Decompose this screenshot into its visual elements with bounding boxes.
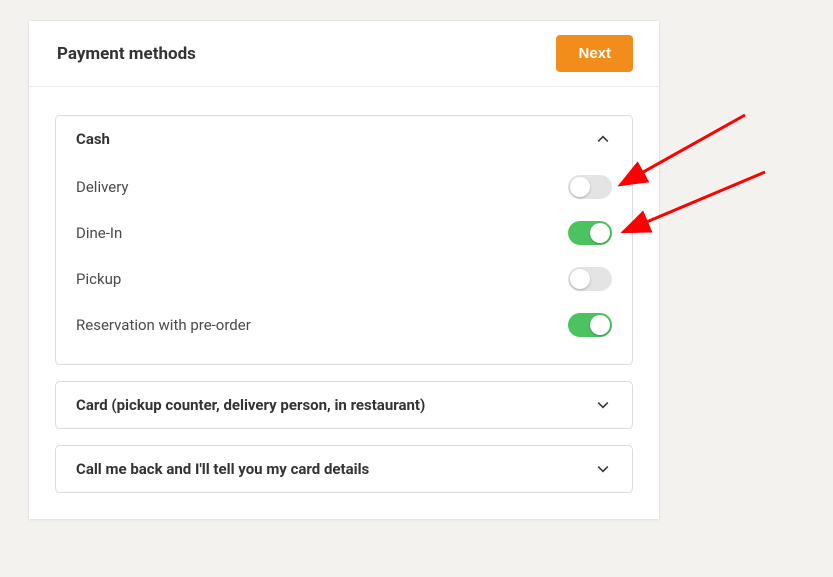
panel-callback-header[interactable]: Call me back and I'll tell you my card d… xyxy=(56,446,632,492)
panel-card-header[interactable]: Card (pickup counter, delivery person, i… xyxy=(56,382,632,428)
next-button[interactable]: Next xyxy=(556,35,633,72)
chevron-down-icon xyxy=(594,396,612,414)
toggle-knob xyxy=(590,315,610,335)
row-pickup: Pickup xyxy=(76,256,612,302)
row-delivery-label: Delivery xyxy=(76,178,129,196)
toggle-reservation[interactable] xyxy=(568,313,612,337)
panel-callback-title: Call me back and I'll tell you my card d… xyxy=(76,460,369,478)
row-pickup-label: Pickup xyxy=(76,270,121,288)
page-title: Payment methods xyxy=(57,44,196,64)
row-reservation: Reservation with pre-order xyxy=(76,302,612,348)
toggle-dinein[interactable] xyxy=(568,221,612,245)
panel-card: Card (pickup counter, delivery person, i… xyxy=(55,381,633,429)
panel-cash-content: Delivery Dine-In Pickup xyxy=(56,162,632,364)
row-reservation-label: Reservation with pre-order xyxy=(76,316,251,334)
row-dinein: Dine-In xyxy=(76,210,612,256)
toggle-delivery[interactable] xyxy=(568,175,612,199)
panel-callback: Call me back and I'll tell you my card d… xyxy=(55,445,633,493)
row-delivery: Delivery xyxy=(76,164,612,210)
panel-cash: Cash Delivery Dine-In xyxy=(55,115,633,365)
card-body: Cash Delivery Dine-In xyxy=(29,87,659,519)
card-header: Payment methods Next xyxy=(29,21,659,87)
panel-card-title: Card (pickup counter, delivery person, i… xyxy=(76,396,425,414)
toggle-knob xyxy=(570,269,590,289)
toggle-knob xyxy=(570,177,590,197)
chevron-down-icon xyxy=(594,460,612,478)
panel-cash-header[interactable]: Cash xyxy=(56,116,632,162)
panel-cash-title: Cash xyxy=(76,130,110,148)
chevron-up-icon xyxy=(594,130,612,148)
toggle-pickup[interactable] xyxy=(568,267,612,291)
payment-methods-card: Payment methods Next Cash Delivery Dine xyxy=(28,20,660,520)
toggle-knob xyxy=(590,223,610,243)
row-dinein-label: Dine-In xyxy=(76,224,122,242)
